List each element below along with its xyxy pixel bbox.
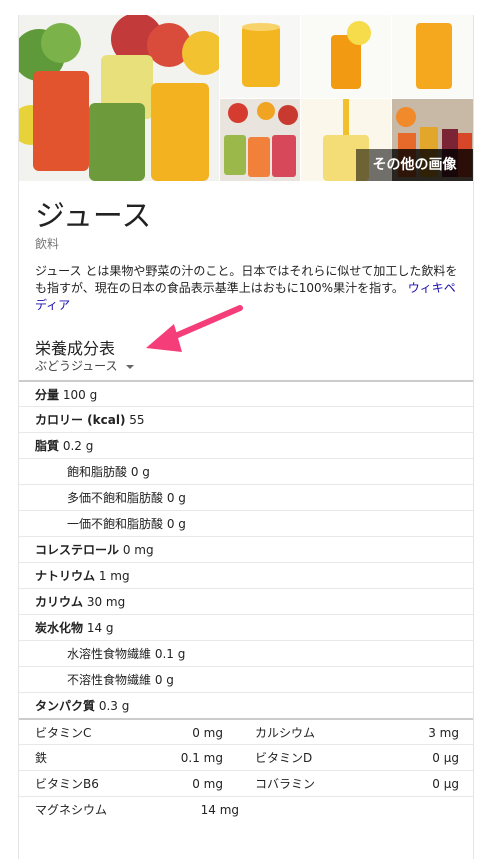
- nutrition-row: 水溶性食物繊維 0.1 g: [19, 640, 473, 666]
- nutrition-title: 栄養成分表: [35, 339, 116, 358]
- nutrition-value: 0.2 g: [62, 439, 94, 453]
- image-orange-juice-1[interactable]: [220, 15, 300, 98]
- image-orange-juice-3[interactable]: [392, 15, 473, 98]
- nutrition-label: コレステロール: [35, 543, 120, 557]
- vitamin-cell: カルシウム 3 mg: [239, 720, 473, 744]
- description-text: ジュース とは果物や野菜の汁のこと。日本ではそれらに似せて加工した飲料をも指すが…: [35, 264, 458, 295]
- vitamin-row: 鉄 0.1 mg ビタミンD 0 µg: [19, 744, 473, 770]
- caret-down-icon: [125, 364, 134, 369]
- nutrition-label: カロリー (kcal): [35, 413, 126, 427]
- vitamin-row: ビタミンB6 0 mg コバラミン 0 µg: [19, 770, 473, 796]
- nutrition-row: 多価不飽和脂肪酸 0 g: [19, 484, 473, 510]
- vitamin-value: 0 mg: [192, 777, 223, 791]
- knowledge-panel: その他の画像 ジュース 飲料 ジュース とは果物や野菜の汁のこと。日本ではそれら…: [18, 15, 474, 859]
- nutrition-label: 分量: [35, 388, 60, 402]
- vitamin-label: 鉄: [35, 751, 48, 765]
- nutrition-row: 炭水化物 14 g: [19, 614, 473, 640]
- vitamin-label: ビタミンC: [35, 726, 92, 740]
- nutrition-value: 0 g: [130, 465, 150, 479]
- nutrition-label: 多価不飽和脂肪酸: [67, 491, 164, 505]
- vitamin-cell: マグネシウム 14 mg: [19, 797, 253, 822]
- vitamin-value: 0.1 mg: [180, 751, 223, 765]
- nutrition-label: 炭水化物: [35, 621, 84, 635]
- nutrition-value: 0 g: [154, 673, 174, 687]
- nutrition-label: 不溶性食物繊維: [67, 673, 152, 687]
- nutrition-label: ナトリウム: [35, 569, 96, 583]
- nutrition-row: 脂質 0.2 g: [19, 432, 473, 458]
- nutrition-value: 1 mg: [98, 569, 130, 583]
- vitamin-value: 3 mg: [428, 726, 459, 740]
- nutrition-label: タンパク質: [35, 699, 96, 713]
- vitamin-label: カルシウム: [255, 726, 316, 740]
- nutrition-value: 0.3 g: [98, 699, 130, 713]
- nutrition-row: カリウム 30 mg: [19, 588, 473, 614]
- nutrition-value: 0 g: [166, 491, 186, 505]
- vitamin-value: 0 mg: [192, 726, 223, 740]
- nutrition-value: 0.1 g: [154, 647, 186, 661]
- nutrition-row: 飽和脂肪酸 0 g: [19, 458, 473, 484]
- nutrition-label: 脂質: [35, 439, 60, 453]
- nutrition-label: 飽和脂肪酸: [67, 465, 128, 479]
- entity-title: ジュース: [35, 199, 152, 234]
- nutrition-value: 55: [129, 413, 145, 427]
- nutrition-item-dropdown[interactable]: ぶどうジュース: [35, 357, 134, 374]
- vitamin-label: ビタミンD: [255, 751, 313, 765]
- nutrition-row: ナトリウム 1 mg: [19, 562, 473, 588]
- nutrition-row: コレステロール 0 mg: [19, 536, 473, 562]
- vitamin-label: マグネシウム: [35, 803, 108, 817]
- vitamin-cell: ビタミンC 0 mg: [19, 720, 239, 744]
- vitamin-cell: ビタミンB6 0 mg: [19, 771, 239, 796]
- nutrition-row: 不溶性食物繊維 0 g: [19, 666, 473, 692]
- vitamin-row: マグネシウム 14 mg: [19, 796, 473, 822]
- nutrition-row: タンパク質 0.3 g: [19, 692, 473, 718]
- vitamin-value: 14 mg: [200, 803, 239, 817]
- nutrition-row: カロリー (kcal) 55: [19, 406, 473, 432]
- vitamin-value: 0 µg: [432, 777, 459, 791]
- image-grid: その他の画像: [19, 15, 473, 181]
- vitamin-cell: ビタミンD 0 µg: [239, 745, 473, 770]
- image-orange-juice-2[interactable]: [301, 15, 391, 98]
- more-images-label[interactable]: その他の画像: [356, 149, 473, 181]
- arrow-annotation-icon: [146, 305, 243, 352]
- nutrition-row: 分量 100 g: [19, 380, 473, 406]
- nutrition-value: 0 g: [166, 517, 186, 531]
- nutrition-table: 分量 100 g カロリー (kcal) 55 脂質 0.2 g 飽和脂肪酸 0 g多…: [19, 380, 473, 822]
- vitamin-cell: 鉄 0.1 mg: [19, 745, 239, 770]
- nutrition-item-selected: ぶどうジュース: [35, 359, 118, 373]
- nutrition-row: 一価不飽和脂肪酸 0 g: [19, 510, 473, 536]
- nutrition-value: 14 g: [86, 621, 114, 635]
- nutrition-label: 一価不飽和脂肪酸: [67, 517, 164, 531]
- nutrition-value: 100 g: [62, 388, 98, 402]
- vitamin-label: ビタミンB6: [35, 777, 99, 791]
- image-juice-glasses[interactable]: [19, 15, 219, 181]
- nutrition-label: カリウム: [35, 595, 84, 609]
- vitamin-value: 0 µg: [432, 751, 459, 765]
- nutrition-value: 30 mg: [86, 595, 126, 609]
- image-smoothie-cups[interactable]: [220, 99, 300, 181]
- vitamin-cell: コバラミン 0 µg: [239, 771, 473, 796]
- nutrition-value: 0 mg: [122, 543, 154, 557]
- vitamin-label: コバラミン: [255, 777, 316, 791]
- entity-subtitle: 飲料: [35, 237, 60, 251]
- nutrition-label: 水溶性食物繊維: [67, 647, 152, 661]
- vitamin-row: ビタミンC 0 mg カルシウム 3 mg: [19, 718, 473, 744]
